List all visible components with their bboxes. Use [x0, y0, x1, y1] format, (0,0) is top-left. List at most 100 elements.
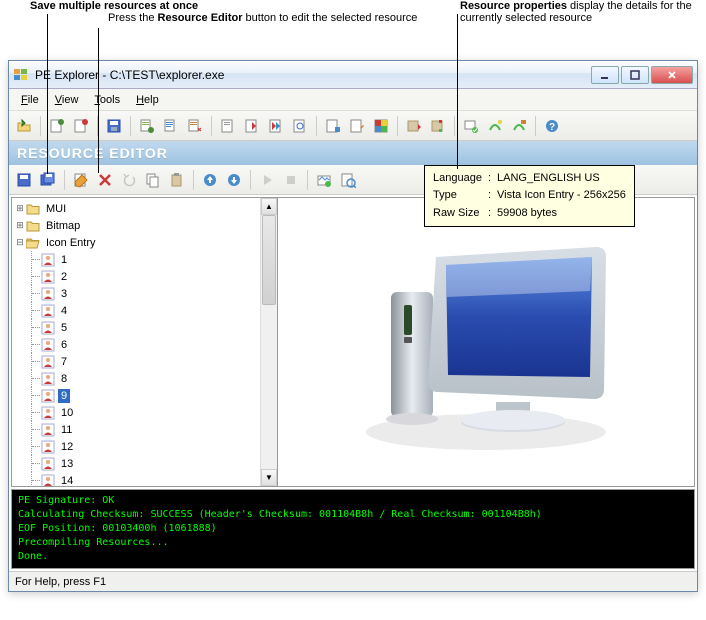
tool-btn-8[interactable]	[217, 115, 239, 137]
play-button[interactable]	[256, 169, 278, 191]
properties-tooltip: Language:LANG_ENGLISH USType:Vista Icon …	[424, 165, 635, 227]
menu-help[interactable]: Help	[128, 92, 167, 108]
copy-button[interactable]	[142, 169, 164, 191]
tree-item[interactable]: 4	[14, 302, 258, 319]
folder-icon	[26, 203, 40, 215]
tree-item[interactable]: 2	[14, 268, 258, 285]
minimize-button[interactable]	[591, 66, 619, 84]
console-line: Precompiling Resources...	[18, 536, 688, 550]
menu-tools[interactable]: Tools	[86, 92, 128, 108]
tool-btn-15[interactable]	[403, 115, 425, 137]
icon-entry-icon	[41, 304, 55, 318]
tool-btn-2[interactable]	[46, 115, 68, 137]
resource-tree[interactable]: ⊞MUI⊞Bitmap⊟Icon Entry123456789101112131…	[12, 198, 260, 486]
tool-btn-13[interactable]	[346, 115, 368, 137]
tree-item[interactable]: 11	[14, 421, 258, 438]
tree-item[interactable]: 5	[14, 319, 258, 336]
tool-btn-3[interactable]	[70, 115, 92, 137]
edit-resource-button[interactable]	[70, 169, 92, 191]
tree-item[interactable]: 1	[14, 251, 258, 268]
output-console: PE Signature: OKCalculating Checksum: SU…	[11, 489, 695, 569]
titlebar[interactable]: PE Explorer - C:\TEST\explorer.exe	[9, 61, 697, 89]
tree-node-label: MUI	[43, 202, 69, 216]
tree-toggle[interactable]: ⊞	[14, 220, 26, 231]
scroll-down-button[interactable]: ▼	[261, 469, 277, 486]
tool-btn-9[interactable]	[241, 115, 263, 137]
tree-node-label: Icon Entry	[43, 236, 99, 250]
resource-tree-panel: ⊞MUI⊞Bitmap⊟Icon Entry123456789101112131…	[12, 198, 278, 486]
menu-view[interactable]: View	[47, 92, 87, 108]
tree-item[interactable]: 3	[14, 285, 258, 302]
tool-btn-6[interactable]	[160, 115, 182, 137]
tree-node-label: 2	[58, 270, 70, 284]
tree-folder[interactable]: ⊞ MUI	[14, 200, 258, 217]
tool2-btn-13[interactable]	[313, 169, 335, 191]
tree-node-label: 8	[58, 372, 70, 386]
tooltip-key: Language	[433, 171, 486, 186]
tool-btn-14[interactable]	[370, 115, 392, 137]
tool-btn-16[interactable]	[427, 115, 449, 137]
tree-item[interactable]: 12	[14, 438, 258, 455]
folder-icon	[26, 237, 40, 249]
properties-button[interactable]	[337, 169, 359, 191]
statusbar: For Help, press F1	[9, 571, 697, 591]
icon-entry-icon	[41, 440, 55, 454]
icon-entry-icon	[41, 355, 55, 369]
tree-folder[interactable]: ⊞Bitmap	[14, 217, 258, 234]
tree-node-label: 3	[58, 287, 70, 301]
tree-node-label: 13	[58, 457, 76, 471]
tool-btn-12[interactable]	[322, 115, 344, 137]
stop-button[interactable]	[280, 169, 302, 191]
save-button[interactable]	[103, 115, 125, 137]
tool-btn-7[interactable]	[184, 115, 206, 137]
tool-btn-5[interactable]	[136, 115, 158, 137]
tree-toggle[interactable]: ⊟	[14, 237, 26, 248]
menu-file[interactable]: File	[13, 92, 47, 108]
save-resource-button[interactable]	[13, 169, 35, 191]
preview-icon	[346, 227, 626, 457]
icon-entry-icon	[41, 321, 55, 335]
tree-item[interactable]: 13	[14, 455, 258, 472]
tree-node-label: 4	[58, 304, 70, 318]
tree-item[interactable]: 7	[14, 353, 258, 370]
scroll-thumb[interactable]	[262, 215, 276, 305]
tree-item[interactable]: 14	[14, 472, 258, 486]
delete-button[interactable]	[94, 169, 116, 191]
scroll-up-button[interactable]: ▲	[261, 198, 277, 215]
close-button[interactable]	[651, 66, 693, 84]
tool-btn-11[interactable]	[289, 115, 311, 137]
app-icon	[13, 67, 29, 83]
tool-btn-18[interactable]	[484, 115, 506, 137]
nav-down-button[interactable]	[223, 169, 245, 191]
menubar: File View Tools Help	[9, 89, 697, 111]
tree-node-label: 9	[58, 389, 70, 403]
window-title: PE Explorer - C:\TEST\explorer.exe	[35, 68, 591, 82]
tool-btn-10[interactable]	[265, 115, 287, 137]
icon-entry-icon	[41, 389, 55, 403]
help-button[interactable]: ?	[541, 115, 563, 137]
icon-entry-icon	[41, 423, 55, 437]
console-line: Calculating Checksum: SUCCESS (Header's …	[18, 508, 688, 522]
tree-scrollbar[interactable]: ▲ ▼	[260, 198, 277, 486]
tree-item[interactable]: 10	[14, 404, 258, 421]
nav-up-button[interactable]	[199, 169, 221, 191]
tree-item[interactable]: 8	[14, 370, 258, 387]
paste-button[interactable]	[166, 169, 188, 191]
tooltip-key: Type	[433, 188, 486, 203]
open-button[interactable]	[13, 115, 35, 137]
tree-item[interactable]: 6	[14, 336, 258, 353]
undo-button[interactable]	[118, 169, 140, 191]
tool-btn-17[interactable]	[460, 115, 482, 137]
tree-node-label: 7	[58, 355, 70, 369]
icon-entry-icon	[41, 372, 55, 386]
tree-folder[interactable]: ⊟ Icon Entry	[14, 234, 258, 251]
icon-entry-icon	[41, 406, 55, 420]
tooltip-value: 59908 bytes	[497, 206, 626, 221]
save-multiple-button[interactable]	[37, 169, 59, 191]
tree-item[interactable]: 9	[14, 387, 258, 404]
maximize-button[interactable]	[621, 66, 649, 84]
tree-node-label: 5	[58, 321, 70, 335]
tool-btn-19[interactable]	[508, 115, 530, 137]
console-line: Done.	[18, 550, 688, 564]
tree-toggle[interactable]: ⊞	[14, 203, 26, 214]
